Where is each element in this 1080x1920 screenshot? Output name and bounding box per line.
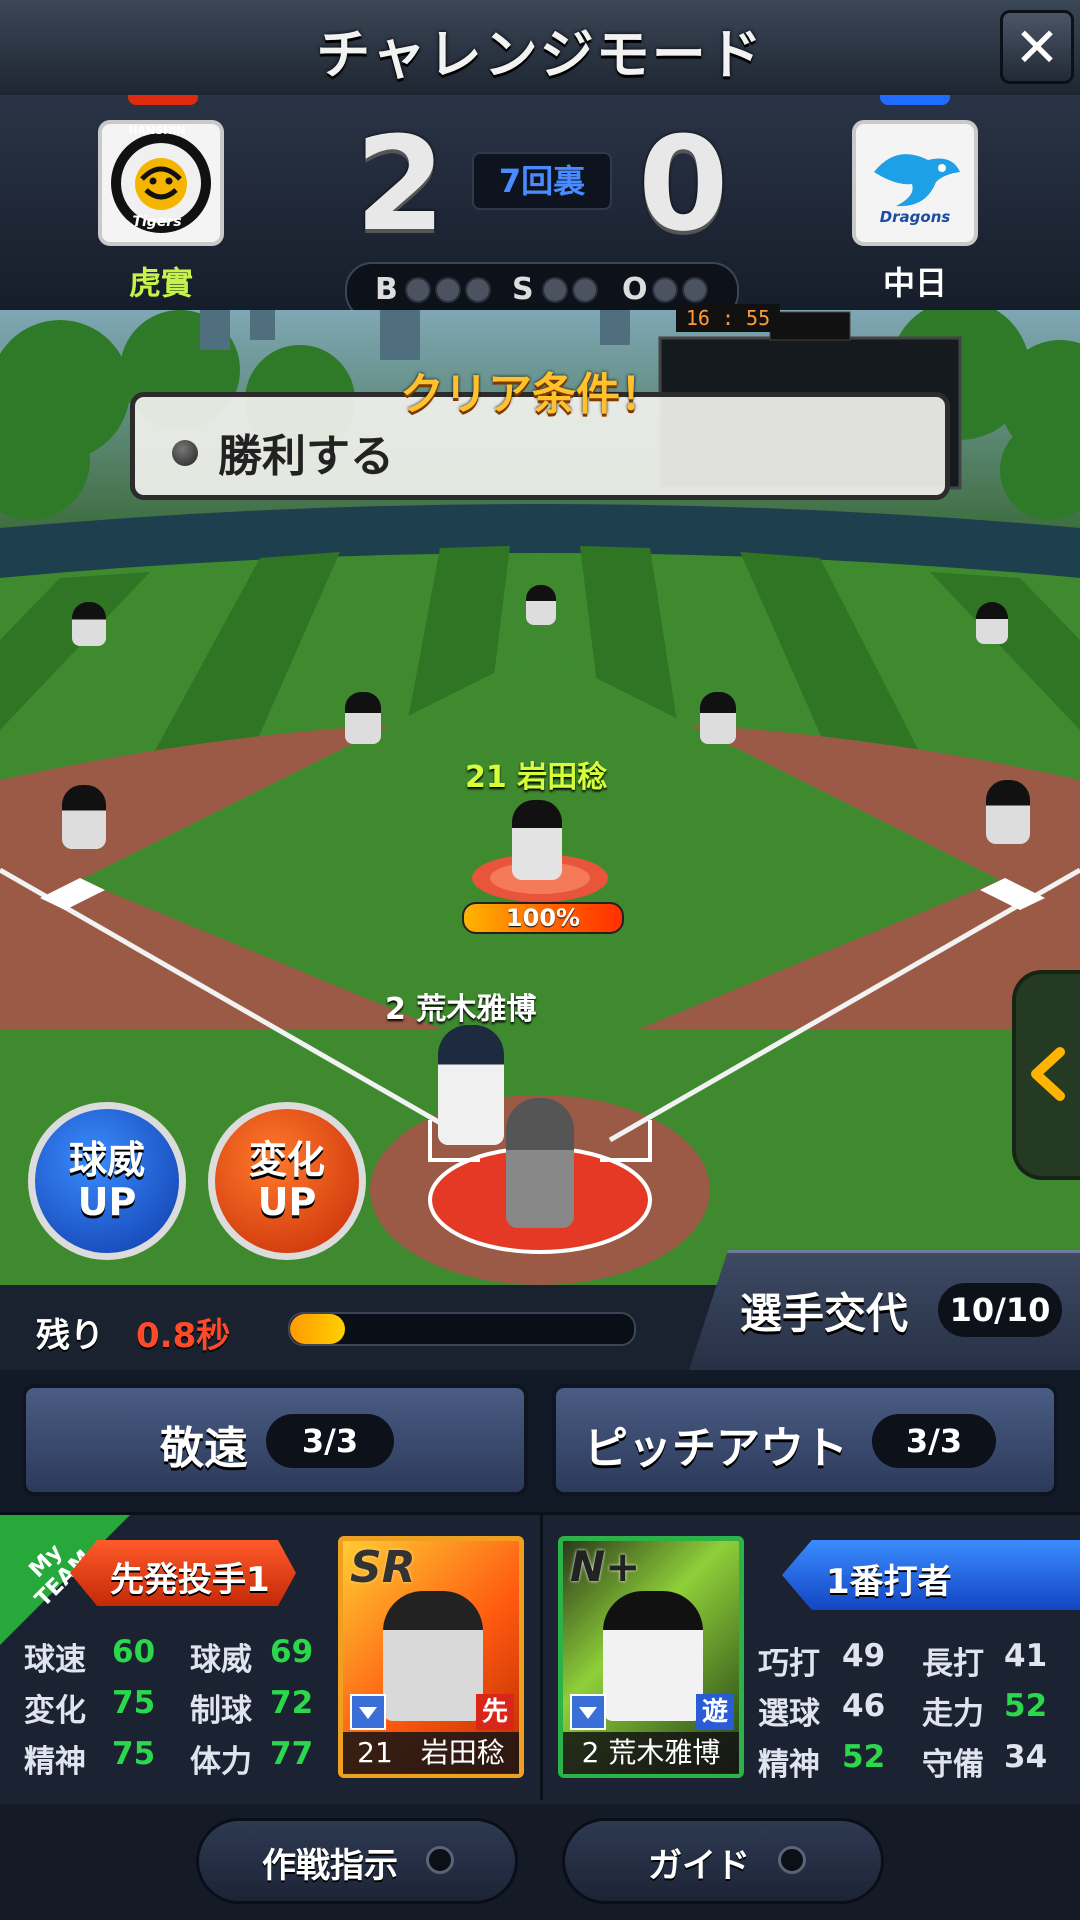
clear-condition-text: 勝利する [218, 431, 394, 482]
home-logo-top-text: HANSHIN [128, 124, 186, 137]
ball-indicator [405, 277, 431, 303]
pitcher-card-rarity: SR [350, 1542, 416, 1593]
pitcher-card-name: 21 岩田稔 [343, 1732, 519, 1774]
stat-value: 34 [1004, 1739, 1048, 1775]
stat-name: 球速 [24, 1642, 86, 1678]
footer-bar [0, 1804, 1080, 1920]
fielder-left [72, 602, 106, 646]
panel-divider [540, 1515, 543, 1800]
stat-name: 長打 [922, 1646, 984, 1682]
screen-title: チャレンジモード [316, 23, 764, 86]
timer-progress [288, 1312, 636, 1346]
strategy-indicator-icon [426, 1846, 454, 1874]
batter-card-name: 2 荒木雅博 [563, 1732, 739, 1774]
batter-card-dropdown[interactable] [570, 1694, 606, 1730]
fielder-third [62, 785, 106, 849]
pitcher-portrait [383, 1591, 483, 1721]
stat-name: 守備 [922, 1747, 984, 1783]
stat-value: 52 [1004, 1688, 1048, 1724]
stat-value: 49 [842, 1638, 886, 1674]
out-indicator [652, 277, 678, 303]
stat-value: 72 [270, 1685, 314, 1721]
stat-value: 46 [842, 1688, 886, 1724]
intentional-walk-label: 敬遠 [160, 1423, 248, 1474]
catcher-figure [506, 1098, 574, 1228]
timer-progress-fill [290, 1314, 346, 1344]
pitcher-figure [512, 800, 562, 880]
ball-indicator [435, 277, 461, 303]
stat-value: 69 [270, 1634, 314, 1670]
ball-indicator [465, 277, 491, 303]
triangle-down-icon [579, 1707, 597, 1719]
away-team-logo [852, 120, 978, 246]
my-role-label: 先発投手1 [110, 1560, 270, 1600]
strike-indicator [572, 277, 598, 303]
out-indicator [682, 277, 708, 303]
substitution-count: 10/10 [938, 1283, 1062, 1337]
stat-value: 60 [112, 1634, 156, 1670]
stat-value: 41 [1004, 1638, 1048, 1674]
strike-label: S [512, 272, 534, 307]
batter-portrait [603, 1591, 703, 1721]
batter-card-rarity: N+ [570, 1542, 641, 1591]
stat-name: 巧打 [758, 1646, 820, 1682]
fielder-right [976, 602, 1008, 644]
pitcher-card-position: 先 [476, 1694, 514, 1730]
stat-name: 球威 [190, 1642, 252, 1678]
strategy-label: 作戦指示 [262, 1846, 398, 1886]
stadium-clock: 16 : 55 [676, 304, 780, 332]
power-up-button[interactable]: 球威 UP [28, 1102, 186, 1260]
ball-label: B [375, 272, 398, 307]
away-score: 0 [638, 108, 729, 260]
away-team-marker [880, 95, 950, 105]
inning-indicator: 7回裏 [472, 152, 612, 210]
batter-card-position: 遊 [696, 1694, 734, 1730]
close-button[interactable]: ✕ [1000, 10, 1074, 84]
pitcher-stamina-bar: 100% [462, 902, 624, 934]
away-team-name: 中日 [882, 264, 947, 302]
timer-value: 0.8秒 [136, 1316, 231, 1356]
stat-value: 75 [112, 1736, 156, 1772]
condition-bullet-icon [172, 440, 198, 466]
fielder-second [700, 692, 736, 744]
pitch-out-count: 3/3 [872, 1414, 996, 1468]
pitcher-name-label: 21 岩田稔 [465, 760, 608, 795]
chevron-left-icon [1031, 1047, 1065, 1101]
clear-condition-title: クリア条件！ [400, 369, 664, 420]
substitution-label: 選手交代 [740, 1289, 909, 1338]
side-panel-toggle[interactable] [1012, 970, 1080, 1180]
fielder-first [986, 780, 1030, 844]
stat-value: 77 [270, 1736, 314, 1772]
guide-indicator-icon [778, 1846, 806, 1874]
batter-figure [438, 1025, 504, 1145]
stat-name: 走力 [922, 1696, 984, 1732]
home-logo-bottom-text: Tigers [132, 214, 182, 230]
guide-label: ガイド [648, 1846, 750, 1886]
stat-name: 体力 [190, 1744, 252, 1780]
stat-name: 精神 [758, 1747, 820, 1783]
batter-role-label: 1番打者 [826, 1562, 952, 1602]
pitch-out-label: ピッチアウト [584, 1423, 848, 1474]
fielder-center [526, 585, 556, 625]
home-score: 2 [355, 108, 446, 260]
intentional-walk-count: 3/3 [266, 1414, 394, 1468]
out-label: O [622, 272, 648, 307]
timer-label: 残り [36, 1316, 104, 1356]
stat-name: 精神 [24, 1744, 86, 1780]
stat-value: 75 [112, 1685, 156, 1721]
break-up-button[interactable]: 変化 UP [208, 1102, 366, 1260]
fielder-shortstop [345, 692, 381, 744]
away-logo-text: Dragons [879, 208, 951, 226]
strike-indicator [542, 277, 568, 303]
batter-name-label: 2 荒木雅博 [385, 992, 537, 1027]
stat-name: 制球 [190, 1693, 252, 1729]
home-team-name: 虎實 [128, 264, 193, 302]
home-team-marker [128, 95, 198, 105]
pitcher-card-dropdown[interactable] [350, 1694, 386, 1730]
triangle-down-icon [359, 1707, 377, 1719]
stat-value: 52 [842, 1739, 886, 1775]
stat-name: 選球 [758, 1696, 820, 1732]
stat-name: 変化 [24, 1693, 86, 1729]
